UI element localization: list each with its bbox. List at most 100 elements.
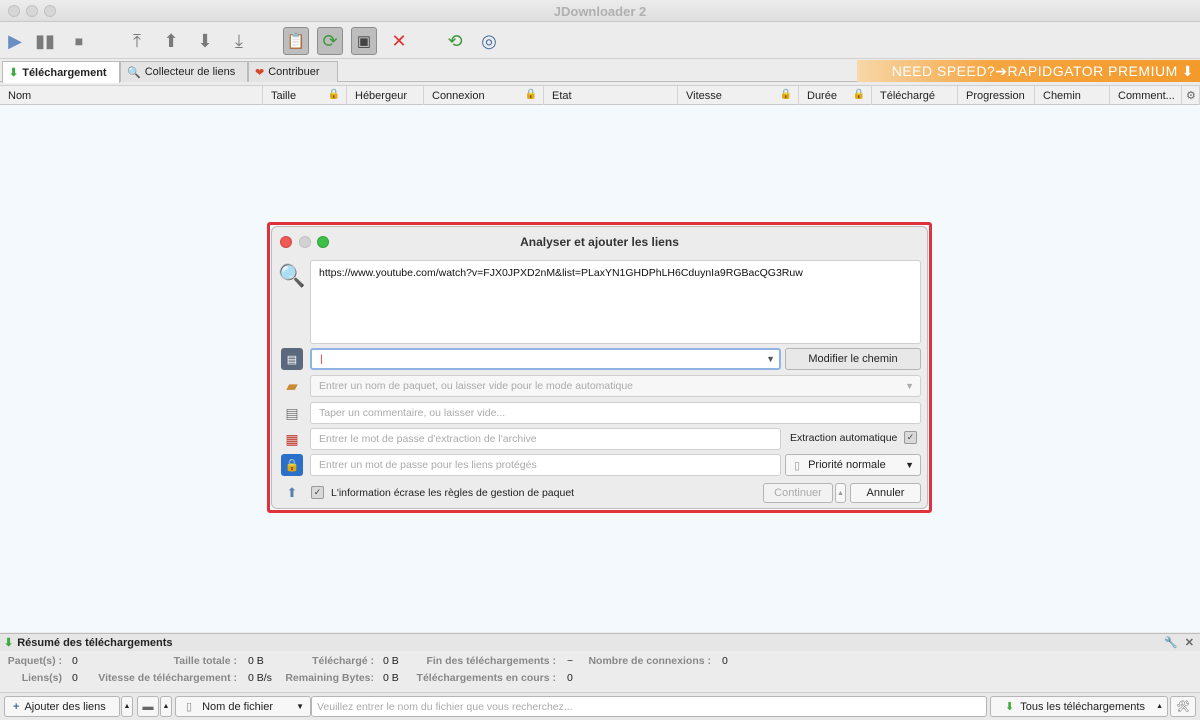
pause-downloads-icon[interactable]: ▮▮: [32, 27, 58, 55]
auto-extract-checkbox[interactable]: ✓: [904, 431, 917, 444]
downloaded-value: 0 B: [383, 655, 399, 667]
add-links-menu-button[interactable]: ▲: [121, 696, 133, 717]
archive-password-placeholder: Entrer le mot de passe d'extraction de l…: [319, 433, 537, 445]
column-progress[interactable]: Progression: [958, 86, 1035, 105]
download-arrow-icon: ⬇: [9, 67, 19, 79]
cancel-button[interactable]: Annuler: [850, 483, 921, 503]
clipboard-observer-icon[interactable]: 📋: [283, 27, 309, 55]
archive-icon: ▦: [285, 430, 299, 447]
add-links-button[interactable]: + Ajouter des liens: [4, 696, 120, 717]
column-comment[interactable]: Comment...: [1110, 86, 1182, 105]
speed-label: Vitesse de téléchargement :: [98, 672, 237, 684]
priority-label: Priorité normale: [808, 459, 886, 471]
banner-text: NEED SPEED?➔RAPIDGATOR PREMIUM: [891, 62, 1178, 79]
close-icon[interactable]: ✕: [1185, 636, 1194, 649]
lock-icon: 🔒: [852, 89, 865, 100]
running-downloads-label: Téléchargements en cours :: [416, 672, 556, 684]
download-arrow-icon: ⬇: [1005, 701, 1015, 713]
remaining-bytes-value: 0 B: [383, 672, 399, 684]
download-arrow-icon: ⬇: [4, 637, 14, 649]
column-label: Vitesse: [686, 89, 722, 102]
connections-label: Nombre de connexions :: [588, 655, 711, 667]
column-label: Chemin: [1043, 89, 1081, 102]
search-field-select[interactable]: ▯ Nom de fichier ▼: [175, 696, 311, 717]
wrench-icon[interactable]: 🔧: [1164, 636, 1178, 649]
start-downloads-icon[interactable]: ▶: [2, 27, 28, 55]
continue-button[interactable]: Continuer: [763, 483, 833, 503]
search-input[interactable]: Veuillez entrer le nom du fichier que vo…: [311, 696, 987, 717]
comment-input[interactable]: Taper un commentaire, ou laisser vide...: [310, 402, 921, 424]
package-menu-icon[interactable]: ▬: [137, 696, 159, 717]
links-value: 0: [72, 672, 78, 684]
path-value: |: [320, 353, 323, 365]
search-icon: 🔍: [127, 66, 141, 79]
summary-row-2: Liens(s) 0 Vitesse de téléchargement : 0…: [0, 672, 1200, 688]
column-duration[interactable]: Durée 🔒: [799, 86, 872, 105]
tools-icon[interactable]: 🛠: [1170, 696, 1196, 717]
tab-label: Contribuer: [268, 66, 320, 78]
priority-select[interactable]: ▯ Priorité normale ▼: [785, 454, 921, 476]
summary-title: Résumé des téléchargements: [17, 636, 173, 649]
change-path-button[interactable]: Modifier le chemin: [785, 348, 921, 370]
silent-mode-icon[interactable]: ✕: [386, 27, 412, 55]
plus-icon: +: [13, 700, 20, 713]
column-name[interactable]: Nom: [0, 86, 263, 105]
summary-row-1: Paquet(s) : 0 Taille totale : 0 B Téléch…: [0, 655, 1200, 671]
column-host[interactable]: Hébergeur: [347, 86, 424, 105]
column-size[interactable]: Taille 🔒: [263, 86, 347, 105]
package-menu-arrow[interactable]: ▲: [160, 696, 172, 717]
summary-header: ⬇ Résumé des téléchargements 🔧 ✕: [0, 633, 1200, 651]
column-label: Téléchargé: [880, 89, 936, 102]
continue-label: Continuer: [774, 487, 822, 499]
links-password-input[interactable]: Entrer un mot de passe pour les liens pr…: [310, 454, 781, 476]
lock-icon: 🔒: [779, 89, 792, 100]
package-placeholder: Entrer un nom de paquet, ou laisser vide…: [319, 380, 634, 392]
column-settings-icon[interactable]: ⚙: [1182, 86, 1200, 105]
auto-reconnect-icon[interactable]: ⟳: [317, 27, 343, 55]
speed-value: 0 B/s: [248, 672, 272, 684]
download-filter-select[interactable]: ⬇ Tous les téléchargements ▲: [990, 696, 1168, 717]
package-name-combobox[interactable]: Entrer un nom de paquet, ou laisser vide…: [310, 375, 921, 397]
premium-banner[interactable]: NEED SPEED?➔RAPIDGATOR PREMIUM ⬇: [857, 60, 1200, 82]
cancel-label: Annuler: [866, 487, 905, 499]
column-path[interactable]: Chemin: [1035, 86, 1110, 105]
links-text: https://www.youtube.com/watch?v=FJX0JPXD…: [319, 267, 803, 279]
add-links-dialog: Analyser et ajouter les liens 🔍 https://…: [271, 226, 928, 509]
magnifier-icon: 🔍: [278, 263, 306, 288]
reconnect-icon[interactable]: ⟲: [442, 27, 468, 55]
total-size-label: Taille totale :: [173, 655, 237, 667]
continue-options-button[interactable]: ▲: [835, 483, 846, 503]
links-textarea[interactable]: https://www.youtube.com/watch?v=FJX0JPXD…: [310, 260, 921, 344]
update-icon[interactable]: ◎: [476, 27, 502, 55]
packages-label: Paquet(s) :: [7, 655, 62, 667]
packages-value: 0: [72, 655, 78, 667]
premium-toggle-icon[interactable]: ▣: [351, 27, 377, 55]
protected-lock-icon: 🔒: [281, 454, 303, 476]
overwrite-checkbox[interactable]: ✓: [311, 486, 324, 499]
column-connection[interactable]: Connexion 🔒: [424, 86, 544, 105]
lock-icon: 🔒: [524, 89, 537, 100]
connections-value: 0: [722, 655, 728, 667]
tab-linkgrabber[interactable]: 🔍 Collecteur de liens: [120, 61, 248, 82]
save-disk-icon: ▤: [281, 348, 303, 370]
move-down-icon[interactable]: ⬇: [192, 27, 218, 55]
tab-contribute[interactable]: ❤ Contribuer: [248, 61, 338, 82]
chevron-down-icon: ▼: [905, 460, 914, 470]
column-downloaded[interactable]: Téléchargé: [872, 86, 958, 105]
stop-downloads-icon[interactable]: ■: [66, 27, 92, 55]
archive-password-input[interactable]: Entrer le mot de passe d'extraction de l…: [310, 428, 781, 450]
download-path-combobox[interactable]: | ▼: [310, 348, 781, 370]
links-password-placeholder: Entrer un mot de passe pour les liens pr…: [319, 459, 537, 471]
move-up-icon[interactable]: ⬆: [158, 27, 184, 55]
column-status[interactable]: Etat: [544, 86, 678, 105]
column-label: Nom: [8, 89, 32, 102]
main-toolbar: ▶ ▮▮ ■ ⤒ ⬆ ⬇ ⤓ 📋 ⟳ ▣ ✕ ⟲ ◎: [0, 23, 1200, 59]
column-label: Taille: [271, 89, 297, 102]
move-top-icon[interactable]: ⤒: [124, 27, 150, 55]
checkmark-icon: ✓: [311, 486, 324, 499]
tab-downloads[interactable]: ⬇ Téléchargement: [2, 61, 120, 83]
column-speed[interactable]: Vitesse 🔒: [678, 86, 799, 105]
column-label: Comment...: [1118, 89, 1175, 102]
overwrite-label: L'information écrase les règles de gesti…: [331, 487, 575, 499]
move-bottom-icon[interactable]: ⤓: [226, 27, 252, 55]
